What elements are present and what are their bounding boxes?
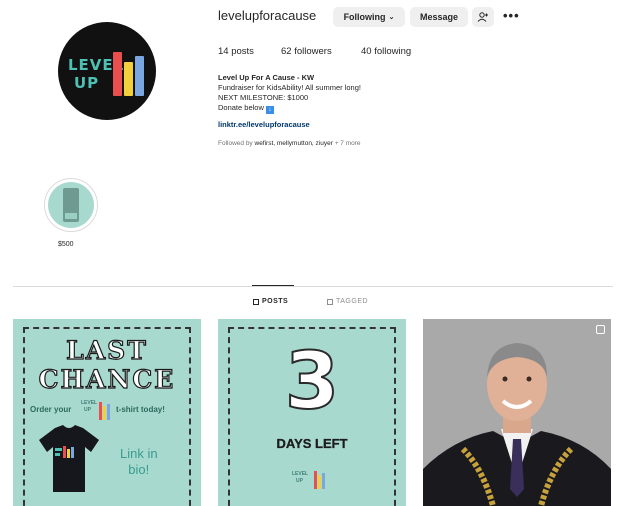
portrait-photo — [423, 319, 611, 506]
following-button[interactable]: Following ⌄ — [333, 7, 405, 27]
profile-username: levelupforacause — [218, 8, 317, 23]
followed-by[interactable]: Followed by wefirst, mellymutton, ziuyer… — [218, 140, 361, 147]
logo-bar-blue — [107, 404, 110, 420]
post-tile[interactable]: 3 DAYS LEFT LEVEL UP — [218, 319, 406, 506]
link-line-2: bio! — [128, 462, 150, 477]
level-up-logo: LEVEL UP — [292, 467, 332, 489]
logo-up-text: UP — [296, 478, 303, 484]
post-tile[interactable]: LAST CHANCE Order your LEVEL UP t-shirt … — [13, 319, 201, 506]
following-label: Following — [343, 12, 386, 22]
order-text: Order your — [30, 405, 72, 414]
carousel-icon — [596, 325, 605, 334]
highlight-label: $500 — [58, 241, 74, 248]
logo-up-text: UP — [84, 407, 91, 413]
avatar-bar-yellow — [124, 62, 133, 96]
more-options-icon[interactable]: ••• — [503, 8, 520, 23]
avatar-up-text: UP — [74, 74, 100, 92]
tagged-icon — [327, 298, 333, 305]
bio-line-1: Fundraiser for KidsAbility! All summer l… — [218, 83, 361, 92]
avatar-bar-red — [113, 52, 122, 96]
logo-bar-blue — [322, 473, 325, 489]
bio-donate-text: Donate below — [218, 103, 264, 112]
grid-icon — [253, 298, 259, 305]
level-up-logo: LEVEL UP — [81, 398, 113, 420]
tab-posts-label: POSTS — [262, 298, 289, 305]
tab-tagged[interactable]: TAGGED — [327, 298, 368, 305]
message-button[interactable]: Message — [410, 7, 468, 27]
days-left-text: DAYS LEFT — [276, 436, 348, 451]
tab-posts[interactable]: POSTS — [253, 298, 288, 305]
followers-count[interactable]: 62 followers — [281, 46, 332, 57]
logo-bar-red — [99, 402, 102, 420]
followed-by-prefix: Followed by — [218, 140, 253, 147]
down-arrow-emoji-icon: ↓ — [265, 106, 274, 114]
tshirt-icon — [39, 425, 99, 492]
posts-count: 14 posts — [218, 46, 254, 57]
chevron-down-icon: ⌄ — [388, 14, 395, 21]
countdown-number: 3 — [284, 336, 340, 428]
bio-line-3: Donate below ↓ — [218, 103, 274, 114]
profile-avatar[interactable]: LEVEL UP — [58, 22, 156, 120]
followed-by-names: wefirst, mellymutton, ziuyer — [254, 140, 333, 147]
tabs-divider — [13, 286, 613, 287]
fundraising-jar-icon — [63, 188, 79, 222]
post-title-line-2: CHANCE — [38, 364, 176, 394]
tab-tagged-label: TAGGED — [336, 298, 369, 305]
followed-by-more: + 7 more — [334, 140, 361, 147]
following-count[interactable]: 40 following — [361, 46, 411, 57]
post-title-line-1: LAST — [66, 335, 148, 365]
tshirt-text: t-shirt today! — [116, 405, 165, 414]
add-user-icon — [477, 12, 488, 22]
logo-level-text: LEVEL — [292, 471, 309, 477]
logo-level-text: LEVEL — [81, 400, 98, 406]
highlight-cover — [48, 182, 94, 228]
bio-name: Level Up For A Cause - KW — [218, 73, 315, 82]
logo-bar-yellow — [103, 406, 106, 420]
link-in-bio-text: Link in bio! — [120, 446, 158, 478]
add-user-button[interactable] — [472, 7, 494, 27]
bio-line-2: NEXT MILESTONE: $1000 — [218, 93, 309, 102]
logo-bar-yellow — [318, 475, 321, 489]
bio-link[interactable]: linktr.ee/levelupforacause — [218, 120, 310, 130]
avatar-bar-blue — [135, 56, 144, 96]
post-tile[interactable] — [423, 319, 611, 506]
active-tab-indicator — [252, 285, 294, 286]
link-line-1: Link in — [120, 446, 158, 461]
story-highlight[interactable] — [44, 178, 98, 232]
logo-bar-red — [314, 471, 317, 489]
